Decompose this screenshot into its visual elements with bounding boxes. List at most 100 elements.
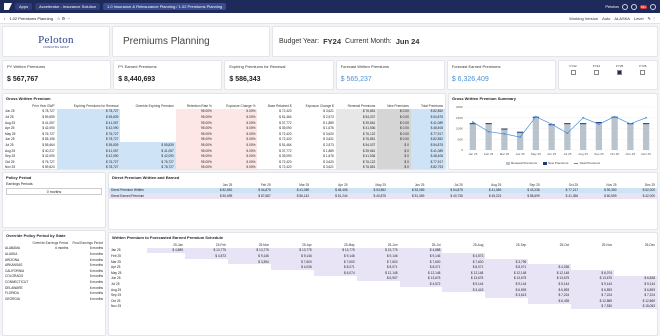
- table-cell[interactable]: $ 59,624: [22, 165, 57, 169]
- fy-option[interactable]: FY26: [632, 64, 654, 86]
- view-select[interactable]: Auto: [602, 16, 610, 21]
- override-panel: Override Policy Period by State Override…: [2, 230, 106, 336]
- page-title: Premiums Planning: [112, 26, 270, 57]
- chart-legend: Renewal Premiums New Premiums Total Prem…: [449, 161, 657, 165]
- bar-renewal[interactable]: [611, 117, 618, 150]
- brand-name: Peloton: [38, 34, 74, 46]
- bar-new[interactable]: [501, 128, 508, 130]
- bar-new[interactable]: [516, 131, 524, 133]
- table-cell[interactable]: $ 40,735: [426, 193, 465, 199]
- point-total[interactable]: [613, 115, 616, 118]
- table-cell[interactable]: $ 82,793: [410, 164, 445, 169]
- chat-icon[interactable]: [630, 3, 637, 10]
- point-total[interactable]: [629, 122, 632, 125]
- bar-new[interactable]: [564, 123, 571, 125]
- point-total[interactable]: [534, 115, 537, 118]
- table-cell[interactable]: [228, 304, 271, 310]
- table-cell[interactable]: $ 50,699: [195, 193, 235, 199]
- y-tick-label: 0: [461, 148, 463, 152]
- bar-new[interactable]: [579, 123, 587, 125]
- bar-renewal[interactable]: [564, 124, 571, 150]
- bar-renewal[interactable]: [532, 117, 540, 150]
- table-cell[interactable]: $ 42,000: [618, 193, 657, 199]
- table-cell: Direct Earned Premium: [109, 193, 196, 199]
- breadcrumb-page[interactable]: 1.0 Insurance & Reinsurance Planning / 1…: [103, 3, 227, 10]
- table-cell[interactable]: 95.00%: [175, 164, 214, 169]
- fy-option[interactable]: FY25: [609, 64, 631, 86]
- bar-renewal[interactable]: [516, 132, 524, 150]
- bar-renewal[interactable]: [579, 124, 587, 150]
- breadcrumb-solution[interactable]: Accelerator - Insurance Solution: [35, 3, 101, 10]
- point-total[interactable]: [471, 121, 474, 123]
- point-total[interactable]: [566, 132, 569, 135]
- point-total[interactable]: [519, 136, 522, 138]
- table-cell: GEORGIA: [5, 296, 20, 301]
- table-cell[interactable]: $ 15,063: [614, 303, 657, 310]
- bar-renewal[interactable]: [485, 124, 492, 150]
- table-cell[interactable]: [357, 304, 400, 310]
- table-cell[interactable]: $ 76,851: [335, 164, 378, 169]
- table-cell[interactable]: [528, 304, 571, 310]
- table-cell[interactable]: [400, 304, 443, 310]
- bar-renewal[interactable]: [548, 125, 555, 150]
- fy-option[interactable]: FY24: [585, 64, 607, 86]
- kpi-value: $ 565,237: [340, 76, 372, 83]
- point-total[interactable]: [550, 123, 553, 126]
- level-select[interactable]: Level: [634, 16, 644, 21]
- notification-badge[interactable]: 99+: [639, 4, 647, 9]
- point-total[interactable]: [582, 116, 585, 119]
- table-cell[interactable]: $ 41,356: [541, 193, 581, 199]
- apps-menu[interactable]: Apps: [15, 3, 33, 10]
- help-icon[interactable]: [650, 3, 656, 10]
- bar-renewal[interactable]: [595, 123, 603, 150]
- table-cell[interactable]: [314, 304, 357, 310]
- edit-icon[interactable]: ✎ ⋮: [648, 16, 656, 21]
- table-cell[interactable]: $ 87,687: [234, 193, 273, 199]
- bar-new[interactable]: [642, 123, 650, 125]
- bar-renewal[interactable]: [627, 124, 634, 150]
- table-cell[interactable]: $ 3,621: [294, 165, 336, 169]
- table-cell[interactable]: $ 58,699: [503, 193, 542, 199]
- table-cell[interactable]: 6 months: [70, 296, 105, 302]
- table-cell[interactable]: [271, 304, 314, 310]
- table-cell[interactable]: $ 40,875: [349, 193, 388, 199]
- bar-new[interactable]: [485, 123, 492, 125]
- point-total[interactable]: [487, 130, 490, 133]
- search-icon[interactable]: [621, 3, 628, 10]
- table-cell[interactable]: [147, 304, 185, 310]
- app-logo-icon[interactable]: [4, 3, 12, 10]
- version-select[interactable]: Working Version: [569, 16, 598, 21]
- table-cell[interactable]: $ 78,727: [56, 164, 121, 169]
- table-row: Nov 25 $ 7,530 $ 15,063: [109, 303, 657, 310]
- table-cell[interactable]: [485, 304, 528, 310]
- table-cell[interactable]: $ 72,420: [257, 165, 293, 169]
- table-cell[interactable]: $ 7,530: [571, 303, 615, 310]
- region-select[interactable]: ALASKA: [614, 16, 630, 21]
- table-cell[interactable]: $ 78,727: [120, 164, 176, 169]
- user-menu[interactable]: Peloton: [605, 4, 619, 9]
- table-cell[interactable]: 5.00%: [213, 164, 258, 169]
- bar-renewal[interactable]: [501, 129, 508, 150]
- chevron-left-icon[interactable]: ‹: [4, 16, 5, 21]
- point-total[interactable]: [503, 132, 506, 135]
- star-icon[interactable]: ☆ ⚙ ⋯: [57, 16, 70, 21]
- policy-input[interactable]: 0 months: [6, 188, 102, 195]
- kpi-card: Forecast Written Premiums $ 565,237: [335, 60, 445, 90]
- table-cell[interactable]: $ 51,369: [387, 193, 427, 199]
- table-cell[interactable]: $ 56,142: [272, 193, 312, 199]
- x-tick-label: Sep 25: [594, 152, 604, 156]
- kpi-value: $ 586,343: [229, 76, 261, 83]
- table-cell[interactable]: $ 45,223: [464, 193, 504, 199]
- bar-renewal[interactable]: [642, 124, 650, 150]
- point-total[interactable]: [597, 123, 600, 126]
- bar-renewal[interactable]: [469, 124, 477, 150]
- gwp-title: Gross Written Premium: [6, 96, 51, 101]
- table-cell[interactable]: $ 51,244: [311, 193, 350, 199]
- point-total[interactable]: [645, 116, 648, 119]
- fy-option[interactable]: FY22: [562, 64, 584, 86]
- table-cell[interactable]: [185, 304, 228, 310]
- table-cell[interactable]: $ 60,559: [580, 193, 619, 199]
- table-cell[interactable]: $ 0: [377, 164, 411, 169]
- table-cell[interactable]: [30, 296, 70, 302]
- table-cell[interactable]: [442, 304, 485, 310]
